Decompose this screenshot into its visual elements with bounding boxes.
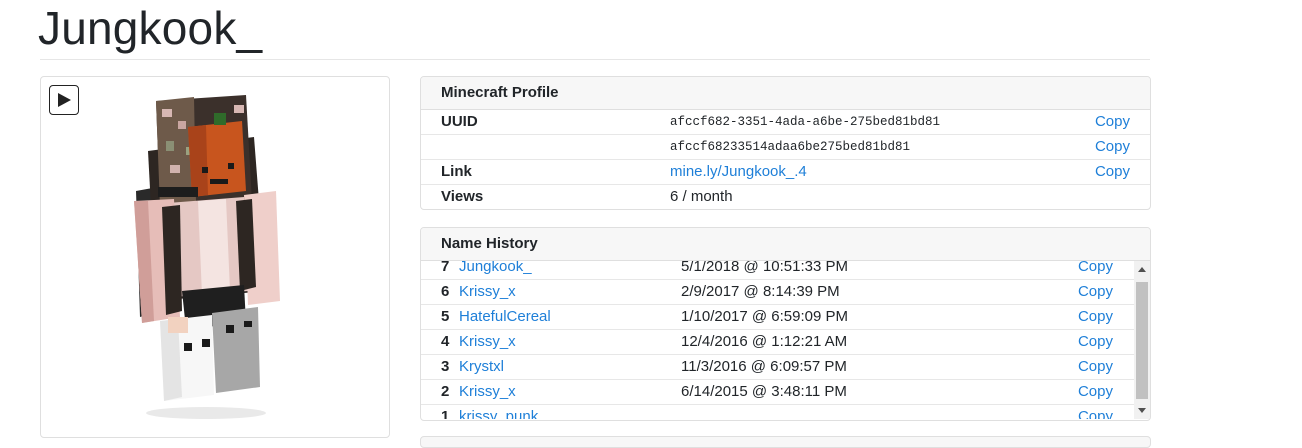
copy-uuid-short-button[interactable]: Copy (1095, 135, 1130, 159)
copy-name-button[interactable]: Copy (1078, 261, 1113, 279)
name-history-name[interactable]: Krissy_x (459, 380, 516, 404)
name-history-row: 2 Krissy_x 6/14/2015 @ 3:48:11 PM Copy (421, 380, 1134, 405)
skin-viewer-card (40, 76, 390, 438)
chevron-up-icon (1138, 267, 1146, 272)
copy-name-button[interactable]: Copy (1078, 280, 1113, 304)
uuid-short-value: afccf68233514adaa6be275bed81bd81 (670, 140, 911, 154)
name-history-number: 5 (441, 308, 450, 325)
views-row: Views 6 / month (421, 184, 1150, 209)
name-history-number: 3 (441, 358, 450, 375)
scroll-thumb[interactable] (1136, 282, 1148, 399)
name-history-header: Name History (421, 228, 1150, 261)
copy-name-button[interactable]: Copy (1078, 380, 1113, 404)
name-history-date: 6/14/2015 @ 3:48:11 PM (681, 383, 847, 400)
name-history-row: 3 Krystxl 11/3/2016 @ 6:09:57 PM Copy (421, 355, 1134, 380)
copy-name-button[interactable]: Copy (1078, 405, 1113, 419)
profile-card-header: Minecraft Profile (421, 77, 1150, 110)
scroll-up-button[interactable] (1134, 261, 1150, 278)
scroll-down-button[interactable] (1134, 402, 1150, 419)
uuid-label: UUID (441, 113, 478, 130)
copy-name-button[interactable]: Copy (1078, 330, 1113, 354)
name-history-date: 5/1/2018 @ 10:51:33 PM (681, 261, 849, 275)
play-icon (58, 93, 71, 107)
name-history-number: 2 (441, 383, 450, 400)
play-button[interactable] (49, 85, 79, 115)
name-history-scrollbar[interactable] (1134, 261, 1150, 419)
name-history-name[interactable]: HatefulCereal (459, 305, 551, 329)
views-value: 6 / month (670, 188, 733, 205)
name-history-name[interactable]: Jungkook_ (459, 261, 532, 279)
name-history-row: 4 Krissy_x 12/4/2016 @ 1:12:21 AM Copy (421, 330, 1134, 355)
name-history-number: 4 (441, 333, 450, 350)
link-label: Link (441, 163, 472, 180)
chevron-down-icon (1138, 408, 1146, 413)
name-history-name[interactable]: Krissy_x (459, 280, 516, 304)
title-divider (40, 59, 1150, 60)
name-history-number: 6 (441, 283, 450, 300)
name-history-row: 5 HatefulCereal 1/10/2017 @ 6:59:09 PM Copy (421, 305, 1134, 330)
name-history-date: 12/4/2016 @ 1:12:21 AM (681, 333, 848, 350)
views-label: Views (441, 188, 484, 205)
copy-uuid-button[interactable]: Copy (1095, 110, 1130, 134)
uuid-value: afccf682-3351-4ada-a6be-275bed81bd81 (670, 115, 941, 129)
minecraft-profile-card: Minecraft Profile UUID afccf682-3351-4ad… (420, 76, 1151, 210)
name-history-date: 11/3/2016 @ 6:09:57 PM (681, 358, 847, 375)
name-history-name[interactable]: krissy_punk (459, 405, 538, 419)
name-history-date: 2/9/2017 @ 8:14:39 PM (681, 283, 840, 300)
name-history-card: Name History 7 Jungkook_ 5/1/2018 @ 10:51:… (420, 227, 1151, 421)
next-card (420, 436, 1151, 448)
copy-name-button[interactable]: Copy (1078, 305, 1113, 329)
name-history-date: 1/10/2017 @ 6:59:09 PM (681, 308, 849, 325)
name-history-row: 7 Jungkook_ 5/1/2018 @ 10:51:33 PM Copy (421, 261, 1134, 280)
skin-render[interactable] (126, 91, 306, 421)
name-history-list[interactable]: 7 Jungkook_ 5/1/2018 @ 10:51:33 PM Copy 6 Kri… (421, 261, 1150, 419)
name-history-number: 7 (441, 261, 450, 275)
profile-link[interactable]: mine.ly/Jungkook_.4 (670, 160, 807, 184)
uuid-row: UUID afccf682-3351-4ada-a6be-275bed81bd8… (421, 110, 1150, 134)
name-history-row: 6 Krissy_x 2/9/2017 @ 8:14:39 PM Copy (421, 280, 1134, 305)
name-history-name[interactable]: Krissy_x (459, 330, 516, 354)
copy-name-button[interactable]: Copy (1078, 355, 1113, 379)
name-history-name[interactable]: Krystxl (459, 355, 504, 379)
uuid-short-row: afccf68233514adaa6be275bed81bd81 Copy (421, 134, 1150, 159)
name-history-number: 1 (441, 408, 450, 419)
copy-link-button[interactable]: Copy (1095, 160, 1130, 184)
name-history-row: 1 krissy_punk Copy (421, 405, 1134, 419)
link-row: Link mine.ly/Jungkook_.4 Copy (421, 159, 1150, 184)
page-title: Jungkook_ (38, 2, 263, 54)
